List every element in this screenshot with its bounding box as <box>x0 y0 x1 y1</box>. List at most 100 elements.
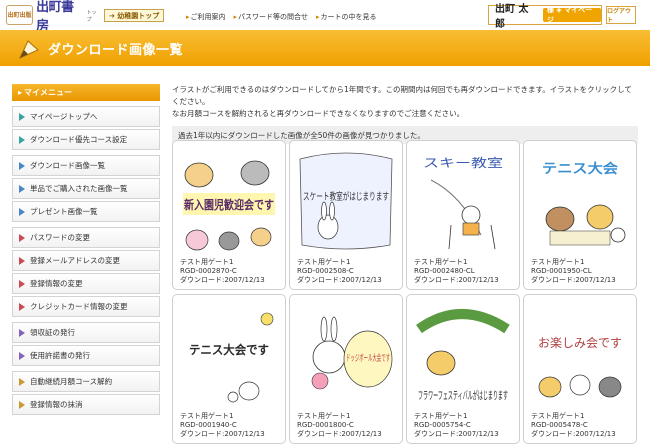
sidebar-item-priority-course[interactable]: ダウンロード優先コース設定 <box>12 129 160 150</box>
sidebar-item-present-list[interactable]: プレゼント画像一覧 <box>12 201 160 222</box>
illustration-thumbnail[interactable]: ドッジボール大会です <box>294 299 398 411</box>
sidebar-group-settings: パスワードの変更 登録メールアドレスの変更 登録情報の変更 クレジットカード情報… <box>12 227 160 317</box>
sidebar-item-label: 使用許諾書の発行 <box>30 351 90 360</box>
sidebar-item-password-change[interactable]: パスワードの変更 <box>12 227 160 248</box>
illustration-thumbnail[interactable]: スケート教室がはじまります <box>294 145 398 257</box>
illustration-thumbnail[interactable]: テニス大会 <box>528 145 632 257</box>
card-meta: テスト用ゲート1 RGD-0005478-C ダウンロード:2007/12/13 <box>531 412 616 439</box>
card-name: テスト用ゲート1 <box>297 412 351 420</box>
sidebar-item-label: マイページトップへ <box>30 112 98 121</box>
sidebar-group-documents: 領収証の発行 使用許諾書の発行 <box>12 322 160 366</box>
arrow-right-icon <box>19 135 25 144</box>
pencil-icon <box>18 40 39 60</box>
sidebar: マイメニュー マイページトップへ ダウンロード優先コース設定 ダウンロード画像一… <box>12 84 160 417</box>
card-art-title: 新入園児歓迎会です <box>184 197 274 212</box>
card-code: RGD-0001800-C <box>297 421 354 429</box>
card-name: テスト用ゲート1 <box>414 412 468 420</box>
sidebar-item-label: 単品でご購入された画像一覧 <box>30 184 128 193</box>
card-code: RGD-0001940-C <box>180 421 237 429</box>
user-box: 出町 太郎 様 ◈ マイページ <box>488 4 602 30</box>
image-card[interactable]: 新入園児歓迎会です テスト用ゲート1 RGD-0002870-C ダウンロード:… <box>172 140 286 290</box>
main-content: イラストがご利用できるのはダウンロードしてから1年間です。この期間内は何回でも再… <box>172 84 638 144</box>
arrow-right-icon <box>19 161 25 170</box>
card-name: テスト用ゲート1 <box>531 412 585 420</box>
card-art-title: テニス大会 <box>542 161 619 177</box>
illustration-thumbnail[interactable]: テニス大会です <box>177 299 281 411</box>
sidebar-item-license[interactable]: 使用許諾書の発行 <box>12 345 160 366</box>
view-cart-link[interactable]: カートの中を見る <box>316 12 377 22</box>
sidebar-item-label: 領収証の発行 <box>30 328 75 337</box>
arrow-right-icon <box>19 351 25 360</box>
card-name: テスト用ゲート1 <box>297 258 351 266</box>
arrow-right-icon <box>19 233 25 242</box>
sidebar-item-mypage-top[interactable]: マイページトップへ <box>12 106 160 127</box>
sidebar-header: マイメニュー <box>12 84 160 101</box>
illustration-thumbnail[interactable]: フラワーフェスティバルがはじまります <box>411 299 515 411</box>
card-download-date: ダウンロード:2007/12/13 <box>297 276 382 284</box>
card-meta: テスト用ゲート1 RGD-0001800-C ダウンロード:2007/12/13 <box>297 412 382 439</box>
card-download-date: ダウンロード:2007/12/13 <box>531 276 616 284</box>
page-title: ダウンロード画像一覧 <box>48 43 184 58</box>
card-download-date: ダウンロード:2007/12/13 <box>180 430 265 438</box>
arrow-right-icon <box>19 256 25 265</box>
logout-button[interactable]: ログアウト <box>606 6 636 24</box>
card-name: テスト用ゲート1 <box>531 258 585 266</box>
arrow-right-icon <box>19 279 25 288</box>
intro-line-2: なお月額コースを解約されると再ダウンロードできなくなりますのでご注意ください。 <box>172 109 465 118</box>
card-meta: テスト用ゲート1 RGD-0005754-C ダウンロード:2007/12/13 <box>414 412 499 439</box>
logo-sub: トップ <box>86 10 97 23</box>
image-card[interactable]: テニス大会です テスト用ゲート1 RGD-0001940-C ダウンロード:20… <box>172 294 286 444</box>
image-card[interactable]: ドッジボール大会です テスト用ゲート1 RGD-0001800-C ダウンロード… <box>289 294 403 444</box>
user-name: 出町 太郎 <box>495 4 529 30</box>
image-card[interactable]: スキー教室 テスト用ゲート1 RGD-0002480-CL ダウンロード:200… <box>406 140 520 290</box>
sidebar-item-receipt[interactable]: 領収証の発行 <box>12 322 160 343</box>
sidebar-item-delete-account[interactable]: 登録情報の抹消 <box>12 394 160 415</box>
password-inquiry-link[interactable]: パスワード等の問合せ <box>234 12 308 22</box>
page-banner: ダウンロード画像一覧 <box>0 30 650 66</box>
sidebar-group-cancel: 自動継続月額コース解約 登録情報の抹消 <box>12 371 160 415</box>
card-download-date: ダウンロード:2007/12/13 <box>180 276 265 284</box>
arrow-right-icon <box>19 400 25 409</box>
kindergarten-top-link[interactable]: ➔ 幼稚園トップ <box>104 9 165 22</box>
illustration-thumbnail[interactable]: お楽しみ会です <box>528 299 632 411</box>
card-code: RGD-0005754-C <box>414 421 471 429</box>
card-meta: テスト用ゲート1 RGD-0002480-CL ダウンロード:2007/12/1… <box>414 258 499 285</box>
image-card[interactable]: フラワーフェスティバルがはじまります テスト用ゲート1 RGD-0005754-… <box>406 294 520 444</box>
sidebar-item-info-change[interactable]: 登録情報の変更 <box>12 273 160 294</box>
sidebar-item-label: ダウンロード優先コース設定 <box>30 135 128 144</box>
card-name: テスト用ゲート1 <box>180 258 234 266</box>
sidebar-item-label: 自動継続月額コース解約 <box>30 377 113 386</box>
sidebar-item-single-purchase[interactable]: 単品でご購入された画像一覧 <box>12 178 160 199</box>
image-card[interactable]: テニス大会 テスト用ゲート1 RGD-0001950-CL ダウンロード:200… <box>523 140 637 290</box>
sidebar-item-cancel-course[interactable]: 自動継続月額コース解約 <box>12 371 160 392</box>
card-code: RGD-0002508-C <box>297 267 354 275</box>
card-meta: テスト用ゲート1 RGD-0001950-CL ダウンロード:2007/12/1… <box>531 258 616 285</box>
sidebar-item-card-change[interactable]: クレジットカード情報の変更 <box>12 296 160 317</box>
image-card[interactable]: スケート教室がはじまります テスト用ゲート1 RGD-0002508-C ダウン… <box>289 140 403 290</box>
arrow-right-icon <box>19 207 25 216</box>
intro-text: イラストがご利用できるのはダウンロードしてから1年間です。この期間内は何回でも再… <box>172 84 638 120</box>
mypage-button[interactable]: 様 ◈ マイページ <box>542 6 601 24</box>
card-meta: テスト用ゲート1 RGD-0001940-C ダウンロード:2007/12/13 <box>180 412 265 439</box>
logo-mark: 出町出版 <box>6 5 34 25</box>
arrow-right-icon <box>19 184 25 193</box>
illustration-thumbnail[interactable]: 新入園児歓迎会です <box>177 145 281 257</box>
card-art-title: ドッジボール大会です <box>346 352 390 364</box>
sidebar-item-download-list[interactable]: ダウンロード画像一覧 <box>12 155 160 176</box>
sidebar-group-account: マイページトップへ ダウンロード優先コース設定 <box>12 106 160 150</box>
card-download-date: ダウンロード:2007/12/13 <box>414 276 499 284</box>
card-code: RGD-0005478-C <box>531 421 588 429</box>
card-meta: テスト用ゲート1 RGD-0002870-C ダウンロード:2007/12/13 <box>180 258 265 285</box>
image-card[interactable]: お楽しみ会です テスト用ゲート1 RGD-0005478-C ダウンロード:20… <box>523 294 637 444</box>
guide-link[interactable]: ご利用案内 <box>186 12 226 22</box>
sidebar-item-label: クレジットカード情報の変更 <box>30 302 128 311</box>
sidebar-item-email-change[interactable]: 登録メールアドレスの変更 <box>12 250 160 271</box>
card-code: RGD-0001950-CL <box>531 267 592 275</box>
site-logo[interactable]: 出町出版 出町書房 トップ <box>6 0 101 34</box>
card-meta: テスト用ゲート1 RGD-0002508-C ダウンロード:2007/12/13 <box>297 258 382 285</box>
illustration-thumbnail[interactable]: スキー教室 <box>411 145 515 257</box>
sidebar-group-images: ダウンロード画像一覧 単品でご購入された画像一覧 プレゼント画像一覧 <box>12 155 160 222</box>
sidebar-item-label: プレゼント画像一覧 <box>30 207 98 216</box>
intro-line-1: イラストがご利用できるのはダウンロードしてから1年間です。この期間内は何回でも再… <box>172 85 632 106</box>
card-art-title: フラワーフェスティバルがはじまります <box>418 388 508 402</box>
